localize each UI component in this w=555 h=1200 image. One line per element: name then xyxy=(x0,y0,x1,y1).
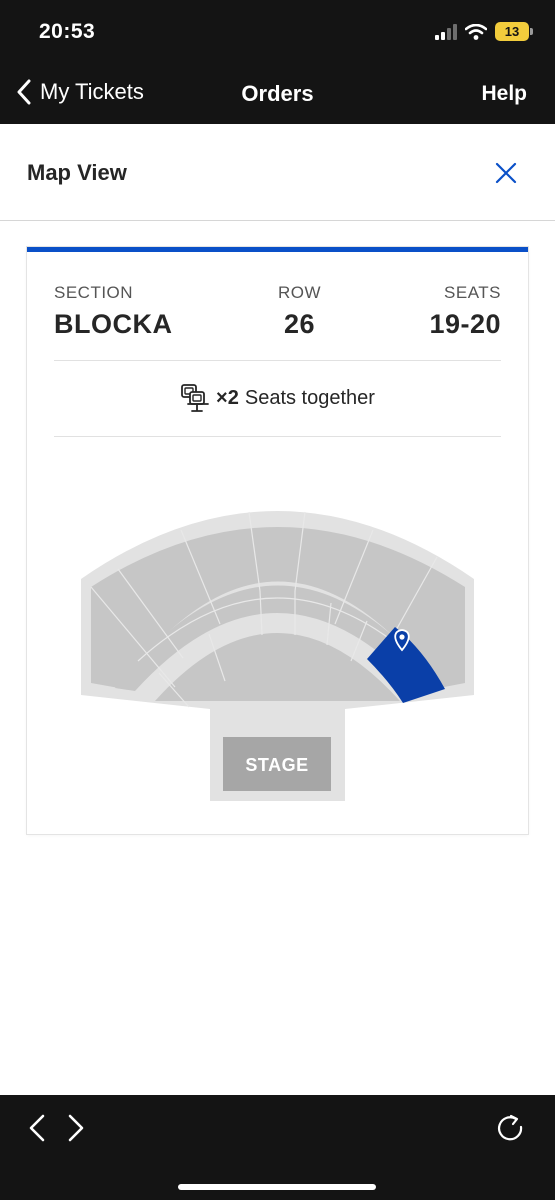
ticket-card: SECTION BLOCKA ROW 26 SEATS 19-20 ×2 Sea… xyxy=(27,247,528,834)
row-info: ROW 26 xyxy=(257,283,342,340)
card-accent-bar xyxy=(27,247,528,252)
row-label: ROW xyxy=(277,283,322,302)
seats-label: SEATS xyxy=(444,283,501,302)
seats-together-count: ×2 xyxy=(216,386,239,409)
battery-icon: 13 xyxy=(495,22,533,41)
section-info: SECTION BLOCKA xyxy=(54,283,173,340)
stage-label: STAGE xyxy=(245,755,308,775)
divider-top xyxy=(54,360,501,361)
seats-together-row: ×2 Seats together xyxy=(27,383,528,413)
row-value: 26 xyxy=(283,309,316,339)
chevron-right-icon xyxy=(68,1114,84,1142)
reload-icon xyxy=(498,1114,523,1141)
venue-seat-map[interactable]: STAGE xyxy=(27,495,528,815)
status-icons: 13 xyxy=(435,22,533,41)
seats-info: SEATS 19-20 xyxy=(429,283,501,340)
reload-button[interactable] xyxy=(496,1113,526,1143)
status-time: 20:53 xyxy=(39,20,96,43)
cellular-signal-icon xyxy=(435,23,457,40)
sheet-title: Map View xyxy=(27,160,127,185)
divider-bottom xyxy=(54,436,501,437)
home-indicator[interactable] xyxy=(178,1184,376,1190)
close-icon xyxy=(495,162,517,184)
section-label: SECTION xyxy=(54,283,134,302)
map-view-header: Map View xyxy=(0,124,555,221)
section-value: BLOCKA xyxy=(54,309,173,339)
help-button[interactable]: Help xyxy=(481,82,527,106)
back-button-label: My Tickets xyxy=(40,79,144,104)
browser-back-button[interactable] xyxy=(23,1113,53,1143)
close-button[interactable] xyxy=(492,159,520,187)
seats-together-icon xyxy=(181,384,209,412)
status-bar: 20:53 13 xyxy=(0,0,555,62)
chevron-left-icon xyxy=(29,1114,45,1142)
nav-bar: My Tickets Orders Help xyxy=(0,62,555,124)
seats-together-text: Seats together xyxy=(244,386,375,409)
back-button[interactable]: My Tickets xyxy=(16,79,144,105)
wifi-icon xyxy=(465,23,487,40)
seats-value: 19-20 xyxy=(429,309,501,339)
chevron-left-icon xyxy=(17,79,31,105)
battery-level: 13 xyxy=(504,24,520,39)
browser-forward-button[interactable] xyxy=(60,1113,90,1143)
